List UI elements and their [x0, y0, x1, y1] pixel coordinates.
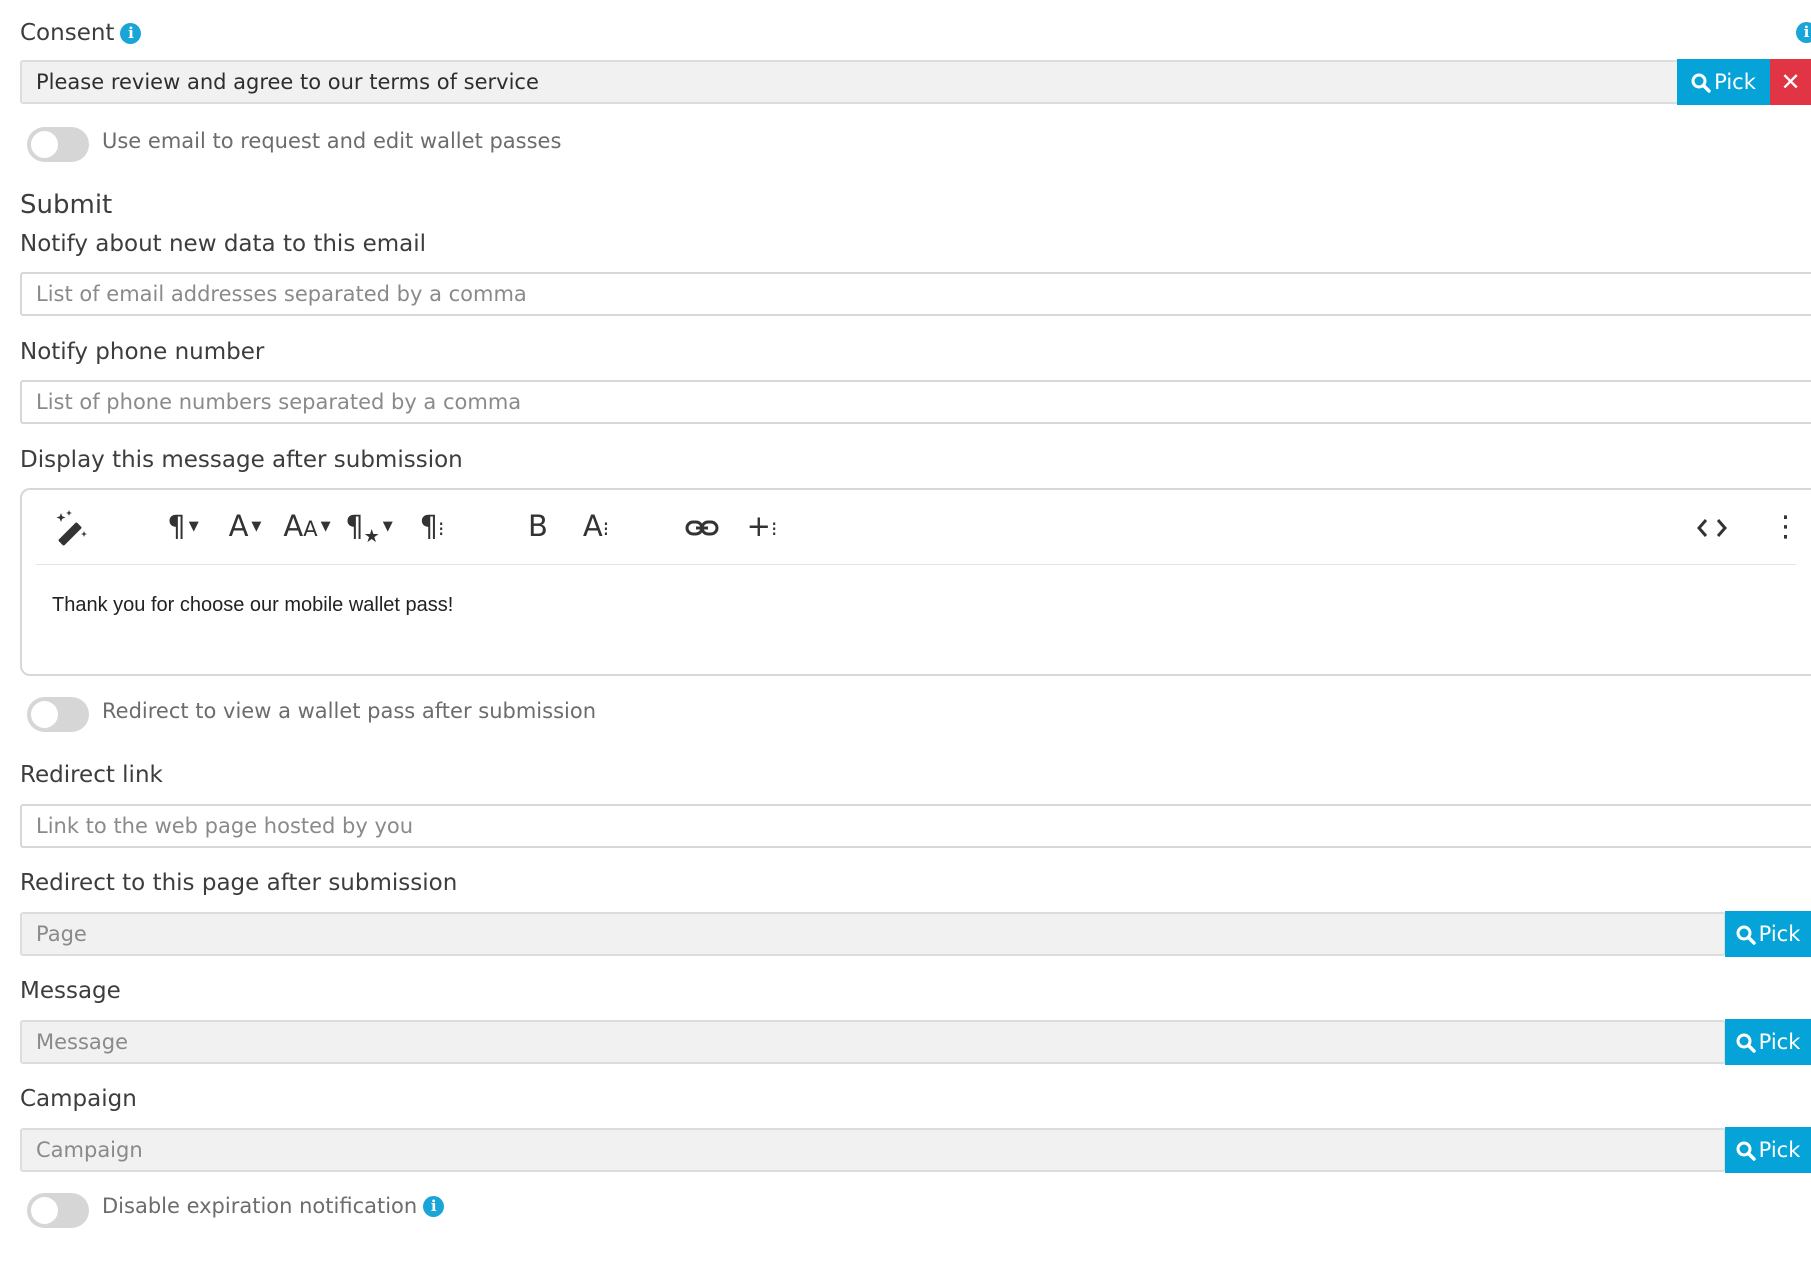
insert-more-icon[interactable]: +⁝	[742, 504, 782, 548]
paragraph-more-icon[interactable]: ¶⁝	[412, 504, 452, 548]
email-edit-toggle-label: Use email to request and edit wallet pas…	[102, 129, 562, 153]
redirect-page-field[interactable]: Page	[20, 912, 1726, 956]
insert-link-icon[interactable]	[680, 504, 724, 548]
email-edit-toggle[interactable]	[27, 127, 89, 162]
consent-pick-button[interactable]: Pick	[1677, 59, 1770, 105]
disable-expiration-toggle-label: Disable expiration notification i	[102, 1194, 445, 1218]
disable-expiration-toggle[interactable]	[27, 1193, 89, 1228]
more-vertical-icon[interactable]: ⋮	[1771, 504, 1800, 548]
redirect-link-input[interactable]: Link to the web page hosted by you	[20, 804, 1811, 848]
message-editor-label: Display this message after submission	[20, 447, 463, 473]
redirect-toggle-label: Redirect to view a wallet pass after sub…	[102, 699, 597, 723]
code-view-icon[interactable]	[1692, 504, 1732, 548]
message-label: Message	[20, 978, 121, 1004]
close-icon: ✕	[1780, 68, 1801, 96]
toggle-knob	[31, 701, 58, 728]
toggle-knob	[31, 131, 58, 158]
notify-email-label: Notify about new data to this email	[20, 231, 427, 257]
paragraph-format-icon[interactable]: ¶ ▼	[160, 504, 206, 548]
redirect-page-placeholder: Page	[36, 922, 87, 946]
consent-field[interactable]: Please review and agree to our terms of …	[20, 60, 1680, 104]
redirect-toggle[interactable]	[27, 697, 89, 732]
text-more-icon[interactable]: A⁝	[576, 504, 616, 548]
campaign-pick-button[interactable]: Pick	[1725, 1127, 1811, 1173]
search-icon	[1691, 73, 1711, 93]
pick-label: Pick	[1758, 1138, 1801, 1162]
notify-phone-placeholder: List of phone numbers separated by a com…	[36, 390, 522, 414]
editor-content[interactable]: Thank you for choose our mobile wallet p…	[52, 594, 453, 617]
notify-phone-input[interactable]: List of phone numbers separated by a com…	[20, 380, 1811, 424]
consent-label: Consent i	[20, 20, 142, 46]
submit-section-title: Submit	[20, 190, 113, 220]
info-icon[interactable]: i	[423, 1196, 445, 1217]
consent-label-text: Consent	[20, 20, 115, 46]
campaign-label: Campaign	[20, 1086, 137, 1112]
notify-email-input[interactable]: List of email addresses separated by a c…	[20, 272, 1811, 316]
notify-phone-label: Notify phone number	[20, 339, 265, 365]
toggle-knob	[31, 1197, 58, 1224]
message-field[interactable]: Message	[20, 1020, 1726, 1064]
search-icon	[1736, 1033, 1756, 1053]
campaign-field[interactable]: Campaign	[20, 1128, 1726, 1172]
notify-email-placeholder: List of email addresses separated by a c…	[36, 282, 527, 306]
font-size-icon[interactable]: AA ▼	[280, 504, 334, 548]
pick-label: Pick	[1758, 922, 1801, 946]
redirect-link-label: Redirect link	[20, 762, 163, 788]
message-placeholder: Message	[36, 1030, 129, 1054]
magic-wand-icon[interactable]	[50, 504, 94, 548]
search-icon	[1736, 1141, 1756, 1161]
bold-icon[interactable]: B	[518, 504, 558, 548]
paragraph-style-icon[interactable]: ¶★ ▼	[342, 504, 396, 548]
info-icon[interactable]: i	[120, 23, 142, 44]
consent-clear-button[interactable]: ✕	[1770, 59, 1811, 105]
redirect-page-label: Redirect to this page after submission	[20, 870, 458, 896]
editor-toolbar: ¶ ▼ A ▼ AA ▼ ¶★ ▼ ¶⁝ B A⁝ +⁝ ⋮	[36, 490, 1800, 565]
campaign-placeholder: Campaign	[36, 1138, 143, 1162]
rich-text-editor[interactable]: ¶ ▼ A ▼ AA ▼ ¶★ ▼ ¶⁝ B A⁝ +⁝ ⋮ Thank you for…	[20, 488, 1811, 676]
pick-label: Pick	[1758, 1030, 1801, 1054]
redirect-page-pick-button[interactable]: Pick	[1725, 911, 1811, 957]
redirect-link-placeholder: Link to the web page hosted by you	[36, 814, 414, 838]
help-info-icon[interactable]: i	[1796, 22, 1811, 43]
message-pick-button[interactable]: Pick	[1725, 1019, 1811, 1065]
disable-expiration-label-text: Disable expiration notification	[102, 1194, 418, 1218]
pick-label: Pick	[1714, 70, 1756, 94]
font-family-icon[interactable]: A ▼	[222, 504, 268, 548]
search-icon	[1736, 925, 1756, 945]
consent-value: Please review and agree to our terms of …	[36, 70, 539, 94]
